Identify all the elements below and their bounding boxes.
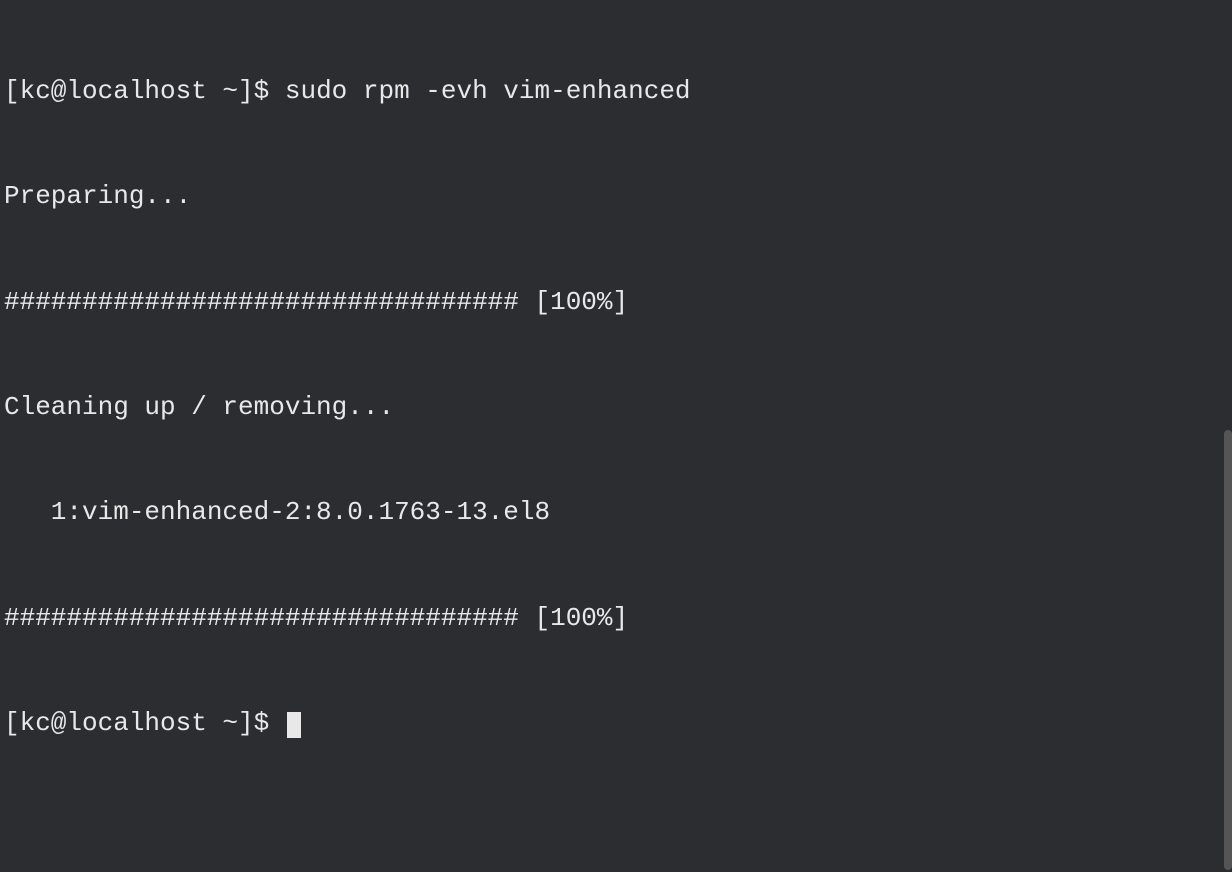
output-cleaning: Cleaning up / removing... <box>4 390 1228 425</box>
terminal-output[interactable]: [kc@localhost ~]$ sudo rpm -evh vim-enha… <box>4 4 1228 868</box>
command-text: sudo rpm -evh vim-enhanced <box>285 76 691 106</box>
prompt: [kc@localhost ~]$ <box>4 76 285 106</box>
scrollbar[interactable] <box>1224 430 1232 870</box>
output-package: 1:vim-enhanced-2:8.0.1763-13.el8 <box>4 495 1228 530</box>
output-progress-1: ################################# [100%] <box>4 285 1228 320</box>
cursor-icon <box>287 712 301 738</box>
output-preparing: Preparing... <box>4 179 1228 214</box>
command-line-1: [kc@localhost ~]$ sudo rpm -evh vim-enha… <box>4 74 1228 109</box>
command-line-2: [kc@localhost ~]$ <box>4 706 1228 741</box>
prompt: [kc@localhost ~]$ <box>4 708 285 738</box>
output-progress-2: ################################# [100%] <box>4 601 1228 636</box>
